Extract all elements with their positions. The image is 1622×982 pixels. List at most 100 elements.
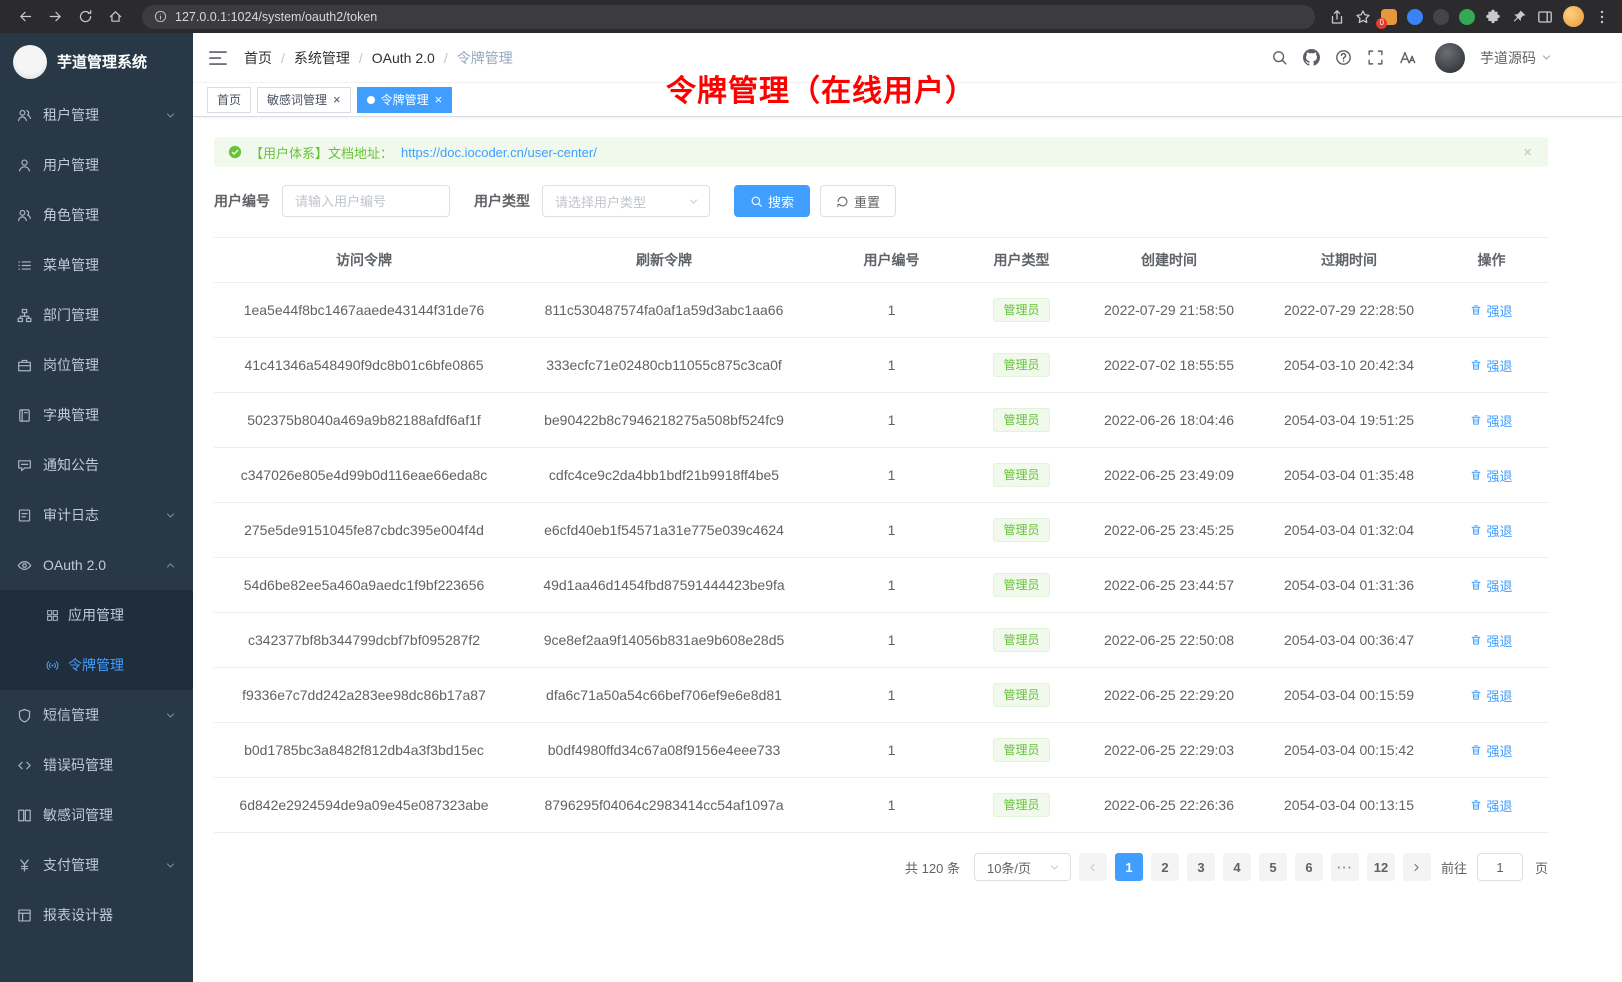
force-logout-button[interactable]: 强退 (1470, 411, 1512, 430)
breadcrumb-system[interactable]: 系统管理 (294, 48, 350, 68)
reset-button[interactable]: 重置 (820, 185, 896, 217)
font-size-icon[interactable] (1399, 49, 1416, 66)
url-bar[interactable]: 127.0.0.1:1024/system/oauth2/token (142, 5, 1315, 29)
tab-token[interactable]: 令牌管理× (357, 87, 453, 113)
force-logout-button[interactable]: 强退 (1470, 466, 1512, 485)
help-icon[interactable] (1335, 49, 1352, 66)
action-cell: 强退 (1434, 613, 1549, 668)
extensions-puzzle-icon[interactable] (1485, 9, 1501, 25)
force-logout-button[interactable]: 强退 (1470, 521, 1512, 540)
fullscreen-icon[interactable] (1367, 49, 1384, 66)
page-button-4[interactable]: 4 (1223, 853, 1251, 881)
browser-profile-avatar[interactable] (1563, 6, 1584, 27)
sidebar-item-label: OAuth 2.0 (43, 557, 106, 573)
sidebar-item-pay[interactable]: 支付管理 (0, 840, 193, 890)
user-type-label: 用户类型 (474, 191, 530, 211)
tab-close-icon[interactable]: × (435, 93, 443, 106)
refresh-token-cell: 9ce8ef2aa9f14056b831ae9b608e28d5 (514, 613, 814, 668)
expire-time-cell: 2054-03-04 00:36:47 (1264, 613, 1434, 668)
force-logout-button[interactable]: 强退 (1470, 741, 1512, 760)
sidebar-item-label: 敏感词管理 (43, 805, 113, 825)
user-avatar[interactable] (1435, 43, 1465, 73)
force-logout-button[interactable]: 强退 (1470, 356, 1512, 375)
sidebar-item-audit-log[interactable]: 审计日志 (0, 490, 193, 540)
force-logout-button[interactable]: 强退 (1470, 576, 1512, 595)
extension-icon-2[interactable] (1407, 9, 1423, 25)
sidebar-item-oauth2-app[interactable]: 应用管理 (0, 590, 193, 640)
github-icon[interactable] (1303, 49, 1320, 66)
browser-menu-icon[interactable] (1594, 9, 1610, 25)
sidebar-item-label: 部门管理 (43, 305, 99, 325)
next-page-button[interactable] (1403, 853, 1431, 881)
user-id-input[interactable] (282, 185, 450, 217)
table-header-row: 访问令牌刷新令牌用户编号用户类型创建时间过期时间操作 (214, 238, 1549, 283)
sidebar-item-label: 租户管理 (43, 105, 99, 125)
forward-icon[interactable] (42, 4, 68, 30)
tab-home[interactable]: 首页 (207, 87, 251, 113)
page-button-6[interactable]: 6 (1295, 853, 1323, 881)
create-time-cell: 2022-07-29 21:58:50 (1074, 283, 1264, 338)
bookmark-star-icon[interactable] (1355, 9, 1371, 25)
search-icon[interactable] (1271, 49, 1288, 66)
sidebar-item-user[interactable]: 用户管理 (0, 140, 193, 190)
back-icon[interactable] (12, 4, 38, 30)
tab-sensitive-word[interactable]: 敏感词管理× (257, 87, 351, 113)
sidebar-item-tenant[interactable]: 租户管理 (0, 90, 193, 140)
sidebar-submenu: 应用管理令牌管理 (0, 590, 193, 690)
user-menu[interactable]: 芋道源码 (1480, 48, 1552, 68)
delete-icon (1470, 634, 1482, 646)
browser-actions: 0 (1329, 6, 1610, 27)
force-logout-button[interactable]: 强退 (1470, 631, 1512, 650)
pin-icon[interactable] (1511, 9, 1527, 25)
extension-icon-4[interactable] (1459, 9, 1475, 25)
goto-page-input[interactable] (1477, 853, 1523, 881)
force-logout-label: 强退 (1486, 741, 1512, 760)
tab-close-icon[interactable]: × (333, 93, 341, 106)
column-header: 操作 (1434, 238, 1549, 283)
create-time-cell: 2022-06-26 18:04:46 (1074, 393, 1264, 448)
user-type-select[interactable]: 请选择用户类型 (542, 185, 710, 217)
sidebar-item-report-designer[interactable]: 报表设计器 (0, 890, 193, 940)
sidebar-item-oauth2[interactable]: OAuth 2.0 (0, 540, 193, 590)
hamburger-icon[interactable] (208, 48, 228, 68)
extension-icon-1[interactable]: 0 (1381, 9, 1397, 25)
force-logout-button[interactable]: 强退 (1470, 796, 1512, 815)
sidebar-item-sensitive-word[interactable]: 敏感词管理 (0, 790, 193, 840)
sidebar-item-role[interactable]: 角色管理 (0, 190, 193, 240)
sidebar-item-notice[interactable]: 通知公告 (0, 440, 193, 490)
prev-page-button[interactable] (1079, 853, 1107, 881)
sidebar-item-menu[interactable]: 菜单管理 (0, 240, 193, 290)
side-panel-icon[interactable] (1537, 9, 1553, 25)
app-logo[interactable]: 芋道管理系统 (0, 33, 193, 90)
home-icon[interactable] (102, 4, 128, 30)
search-button[interactable]: 搜索 (734, 185, 810, 217)
breadcrumb-home[interactable]: 首页 (244, 48, 272, 68)
alert-doc-link[interactable]: https://doc.iocoder.cn/user-center/ (401, 145, 597, 160)
breadcrumb-oauth[interactable]: OAuth 2.0 (372, 50, 435, 66)
reload-icon[interactable] (72, 4, 98, 30)
page-button-1[interactable]: 1 (1115, 853, 1143, 881)
dept-icon (17, 308, 32, 323)
logo-avatar (13, 45, 47, 79)
alert-close-icon[interactable]: × (1523, 145, 1532, 160)
sidebar-item-post[interactable]: 岗位管理 (0, 340, 193, 390)
force-logout-button[interactable]: 强退 (1470, 301, 1512, 320)
page-size-select[interactable]: 10条/页 (974, 853, 1071, 881)
page-button-3[interactable]: 3 (1187, 853, 1215, 881)
force-logout-button[interactable]: 强退 (1470, 686, 1512, 705)
sidebar-item-sms[interactable]: 短信管理 (0, 690, 193, 740)
page-more-button[interactable]: ··· (1331, 853, 1359, 881)
delete-icon (1470, 799, 1482, 811)
pay-icon (17, 858, 32, 873)
sidebar-item-dict[interactable]: 字典管理 (0, 390, 193, 440)
extension-icon-3[interactable] (1433, 9, 1449, 25)
sidebar-item-error-code[interactable]: 错误码管理 (0, 740, 193, 790)
expire-time-cell: 2054-03-04 00:15:42 (1264, 723, 1434, 778)
page-button-5[interactable]: 5 (1259, 853, 1287, 881)
page-button-2[interactable]: 2 (1151, 853, 1179, 881)
page-button-12[interactable]: 12 (1367, 853, 1395, 881)
sidebar-item-dept[interactable]: 部门管理 (0, 290, 193, 340)
expire-time-cell: 2054-03-04 19:51:25 (1264, 393, 1434, 448)
sidebar-item-oauth2-token[interactable]: 令牌管理 (0, 640, 193, 690)
share-icon[interactable] (1329, 9, 1345, 25)
